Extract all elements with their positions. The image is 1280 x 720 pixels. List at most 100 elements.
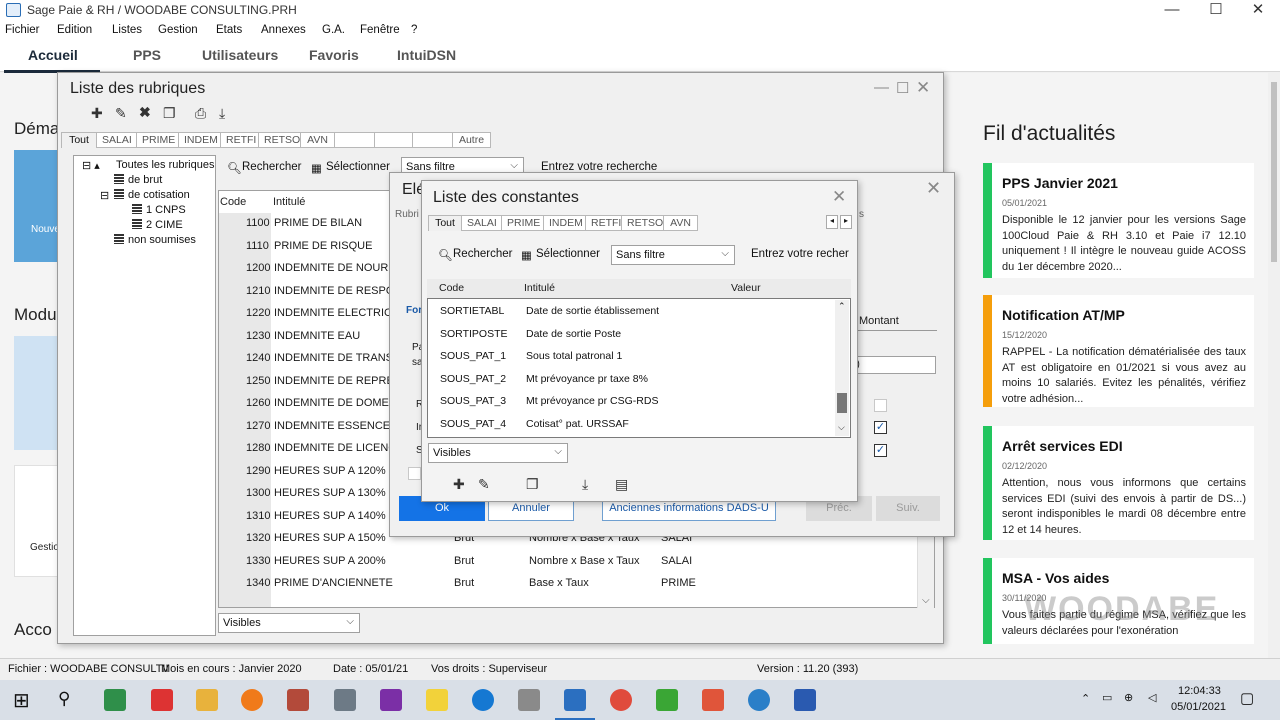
list-item[interactable]: SOUS_PAT_3 Mt prévoyance pr CSG-RDS: [440, 395, 835, 413]
chevron-up-icon[interactable]: ⌃: [1081, 692, 1090, 705]
scroll-down-icon[interactable]: ⌵: [922, 595, 930, 606]
tile-nouveau[interactable]: Nouve: [14, 150, 60, 262]
constantes-scrollbar[interactable]: ⌃ ⌵: [835, 300, 849, 436]
tab-tout[interactable]: Tout: [61, 132, 97, 148]
tab-indem[interactable]: INDEM: [179, 132, 221, 148]
export-icon[interactable]: ⤓: [219, 105, 225, 122]
menu-fenetre[interactable]: Fenêtre: [360, 24, 400, 36]
list-item[interactable]: SOUS_PAT_4 Cotisat° pat. URSSAF: [440, 418, 835, 436]
menu-listes[interactable]: Listes: [112, 24, 142, 36]
montant-field[interactable]: é): [848, 356, 936, 374]
tab-tout[interactable]: Tout: [428, 215, 462, 231]
search-icon[interactable]: 🔍︎: [227, 161, 242, 175]
list-item[interactable]: SOUS_PAT_1 Sous total patronal 1: [440, 350, 835, 368]
tabs-scroll-left-icon[interactable]: ◂: [826, 215, 838, 229]
table-row[interactable]: 1330 HEURES SUP A 200% Brut Nombre x Base x…: [219, 551, 919, 573]
document-icon[interactable]: ▤: [615, 476, 628, 493]
tab-avn[interactable]: AVN: [664, 215, 698, 231]
edge-icon[interactable]: [472, 689, 494, 711]
next-button[interactable]: Suiv.: [876, 496, 940, 521]
app-taskbar-icon[interactable]: [287, 689, 309, 711]
tab-autre[interactable]: Autre: [453, 132, 491, 148]
delete-icon[interactable]: ✖: [139, 104, 151, 121]
add-icon[interactable]: ✚: [91, 105, 103, 122]
tab-utilisateurs[interactable]: Utilisateurs: [202, 47, 278, 63]
search-icon[interactable]: 🔍︎: [438, 248, 453, 262]
calculator-icon[interactable]: [334, 689, 356, 711]
app-taskbar-icon[interactable]: [104, 689, 126, 711]
menu-annexes[interactable]: Annexes: [261, 24, 306, 36]
news-scrollbar[interactable]: [1268, 72, 1280, 658]
minimize-icon[interactable]: —: [1149, 0, 1195, 22]
close-icon[interactable]: ✕: [926, 178, 941, 199]
news-card[interactable]: Arrêt services EDI 02/12/2020 Attention,…: [983, 426, 1254, 540]
tree-toggle-icon[interactable]: ⊟ ▴: [82, 159, 100, 172]
close-icon[interactable]: ✕: [832, 187, 846, 207]
add-icon[interactable]: ✚: [453, 476, 465, 493]
tab-retfi[interactable]: RETFI: [221, 132, 259, 148]
minimize-icon[interactable]: —: [874, 79, 889, 96]
menu-ga[interactable]: G.A.: [322, 24, 345, 36]
rubriques-search-link[interactable]: Rechercher: [242, 161, 301, 173]
menu-fichier[interactable]: Fichier: [5, 24, 40, 36]
tree-node-root[interactable]: Toutes les rubriques: [116, 159, 214, 171]
tab-intuidsn[interactable]: IntuiDSN: [397, 47, 456, 63]
notification-icon[interactable]: ▢: [1240, 689, 1254, 707]
tree-node-cotisation[interactable]: de cotisation: [114, 189, 190, 201]
rubriques-tree[interactable]: ⊟ ▴ Toutes les rubriques de brut ⊟ de co…: [73, 155, 216, 636]
constantes-filter-select[interactable]: Sans filtre ⌵: [611, 245, 735, 265]
tab-accueil[interactable]: Accueil: [28, 47, 78, 63]
camtasia-icon[interactable]: [656, 689, 678, 711]
menu-help[interactable]: ?: [411, 24, 417, 36]
tab-indem[interactable]: INDEM: [544, 215, 586, 231]
chrome-icon[interactable]: [610, 689, 632, 711]
select-icon[interactable]: ▦: [521, 248, 532, 262]
scrollbar-thumb[interactable]: [837, 393, 847, 413]
constantes-list[interactable]: SORTIETABL Date de sortie établissement SO…: [427, 298, 851, 438]
search-icon[interactable]: ⚲: [58, 689, 70, 709]
tab-prime[interactable]: PRIME: [137, 132, 179, 148]
select-icon[interactable]: ▦: [311, 161, 322, 175]
edit-icon[interactable]: ✎: [478, 476, 490, 493]
volume-icon[interactable]: ◁: [1148, 691, 1156, 704]
menu-etats[interactable]: Etats: [216, 24, 242, 36]
table-row[interactable]: 1340 PRIME D'ANCIENNETE Brut Base x Taux PRI…: [219, 573, 919, 595]
col-header-code[interactable]: Code: [439, 282, 464, 294]
news-card[interactable]: PPS Janvier 2021 05/01/2021 Disponible l…: [983, 163, 1254, 278]
edit-icon[interactable]: ✎: [115, 105, 127, 122]
tab-s[interactable]: s: [859, 209, 864, 220]
tile-gestion[interactable]: Gestio: [14, 465, 59, 577]
tree-toggle-icon[interactable]: ⊟: [100, 189, 109, 202]
tab-avn[interactable]: AVN: [301, 132, 335, 148]
constantes-search-link[interactable]: Rechercher: [453, 248, 512, 260]
scroll-down-icon[interactable]: ⌵: [838, 422, 845, 433]
tab-empty[interactable]: [413, 132, 453, 148]
list-item[interactable]: SORTIPOSTE Date de sortie Poste: [440, 328, 835, 346]
tree-node-cime[interactable]: 2 CIME: [132, 219, 183, 231]
close-icon[interactable]: ✕: [916, 78, 930, 98]
sage-icon[interactable]: [564, 689, 586, 711]
clock-time[interactable]: 12:04:33: [1178, 685, 1221, 697]
col-header-valeur[interactable]: Valeur: [731, 282, 761, 294]
maximize-icon[interactable]: ☐: [896, 79, 909, 97]
tab-retso[interactable]: RETSO: [259, 132, 301, 148]
globe-icon[interactable]: ⊕: [1124, 691, 1133, 704]
rubriques-select-link[interactable]: Sélectionner: [326, 161, 390, 173]
list-item[interactable]: SOUS_PAT_2 Mt prévoyance pr taxe 8%: [440, 373, 835, 391]
tile-module[interactable]: [14, 336, 58, 450]
tab-favoris[interactable]: Favoris: [309, 47, 359, 63]
duplicate-icon[interactable]: ❐: [526, 476, 539, 493]
checkbox-checked[interactable]: ✓: [874, 444, 887, 457]
checkbox-unchecked[interactable]: [408, 467, 421, 480]
tab-empty[interactable]: [335, 132, 375, 148]
clock-date[interactable]: 05/01/2021: [1171, 701, 1226, 713]
menu-gestion[interactable]: Gestion: [158, 24, 198, 36]
constantes-search-input[interactable]: Entrez votre recherch: [751, 248, 849, 260]
menu-edition[interactable]: Edition: [57, 24, 92, 36]
tab-retfi[interactable]: RETFI: [586, 215, 622, 231]
app-taskbar-icon[interactable]: [748, 689, 770, 711]
col-header-code[interactable]: Code: [220, 196, 246, 208]
export-icon[interactable]: ⤓: [582, 476, 588, 493]
tab-salai[interactable]: SALAI: [97, 132, 137, 148]
col-header-intitule[interactable]: Intitulé: [273, 196, 305, 208]
